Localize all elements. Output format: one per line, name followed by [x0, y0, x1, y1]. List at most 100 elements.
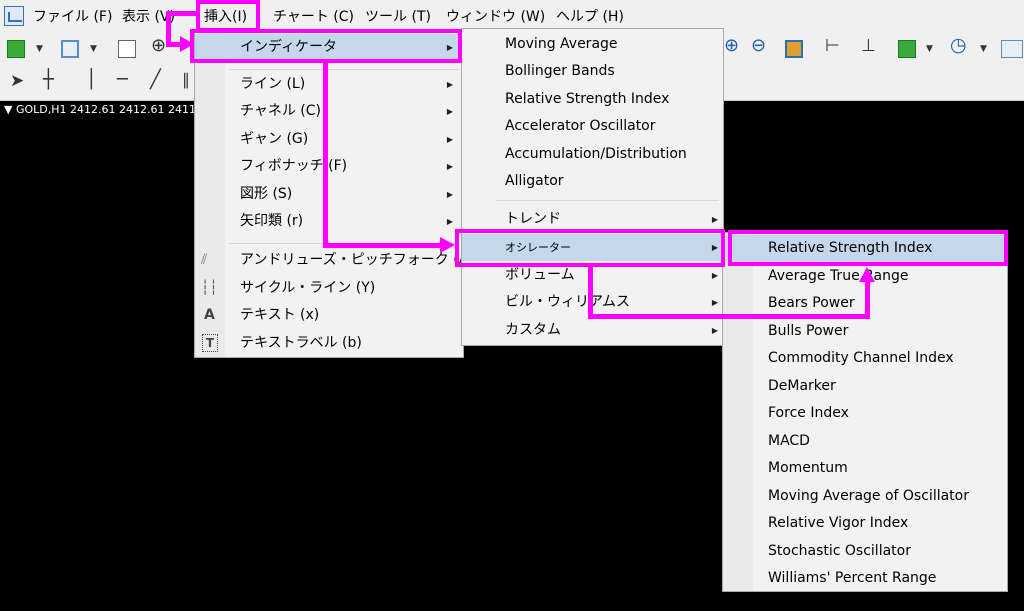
menu-item-label: Bulls Power — [768, 323, 849, 339]
menu-item-label: 図形 (S) — [240, 186, 293, 202]
crosshair-icon[interactable]: ┼ — [43, 71, 54, 89]
menu-item-label: Alligator — [505, 173, 564, 189]
menu-help[interactable]: ヘルプ (H) — [556, 6, 624, 28]
menu-item-label: Bears Power — [768, 295, 855, 311]
menu-chart[interactable]: チャート (C) — [273, 6, 354, 28]
menu-item-rsi[interactable]: Relative Strength Index — [462, 86, 723, 113]
menu-item-text-label[interactable]: T テキストラベル (b) — [195, 330, 463, 357]
cursor-arrow-icon[interactable]: ➤ — [10, 72, 24, 90]
highlight-insert-menu — [196, 0, 260, 32]
menu-item-label: テキストラベル (b) — [240, 335, 362, 351]
menu-item-label: 矢印類 (r) — [240, 213, 304, 229]
submenu-arrow-icon: ▶ — [711, 326, 718, 335]
menu-item-label: MACD — [768, 433, 810, 449]
annotation-line — [588, 266, 593, 319]
menu-item-bollinger-bands[interactable]: Bollinger Bands — [462, 58, 723, 85]
annotation-line — [588, 314, 870, 319]
menu-separator — [229, 69, 459, 70]
insert-menu: インディケータ ▶ ライン (L) ▶ チャネル (C) ▶ ギャン (G) ▶ フィボ… — [194, 31, 474, 358]
menu-item-accumulation-distribution[interactable]: Accumulation/Distribution — [462, 141, 723, 168]
menu-item-label: サイクル・ライン (Y) — [240, 280, 376, 296]
menu-item-commodity-channel-index[interactable]: Commodity Channel Index — [723, 345, 1007, 372]
menu-item-cycle-lines[interactable]: ┆┆ サイクル・ライン (Y) — [195, 275, 463, 302]
menu-item-force-index[interactable]: Force Index — [723, 400, 1007, 427]
menu-item-label: Accelerator Oscillator — [505, 118, 656, 134]
menu-item-label: Moving Average of Oscillator — [768, 488, 969, 504]
menu-item-label: フィボナッチ (F) — [240, 158, 348, 174]
trendline-icon[interactable]: ╱ — [150, 71, 161, 89]
menu-item-andrews-pitchfork[interactable]: ⫽ アンドリューズ・ピッチフォーク (A) — [195, 247, 474, 274]
highlight-indicators-item — [190, 29, 462, 63]
menu-item-moving-average-of-oscillator[interactable]: Moving Average of Oscillator — [723, 483, 1007, 510]
menu-item-moving-average[interactable]: Moving Average — [462, 31, 723, 58]
menu-item-channels[interactable]: チャネル (C) ▶ — [195, 98, 463, 125]
submenu-arrow-icon: ▶ — [446, 190, 453, 199]
vertical-line-icon[interactable]: │ — [86, 71, 97, 89]
menu-item-label: Relative Strength Index — [505, 91, 670, 107]
menu-item-label: カスタム — [505, 322, 561, 338]
chevron-down-icon[interactable]: ▼ — [36, 40, 43, 58]
app-logo-icon — [4, 6, 24, 26]
clock-icon[interactable]: ◷ — [950, 36, 967, 55]
annotation-line — [865, 282, 870, 319]
menu-item-macd[interactable]: MACD — [723, 428, 1007, 455]
menu-file[interactable]: ファイル (F) — [33, 6, 112, 28]
zoom-in-icon[interactable]: ⊕ — [724, 37, 739, 55]
profiles-icon[interactable] — [61, 40, 79, 58]
menu-item-stochastic-oscillator[interactable]: Stochastic Oscillator — [723, 538, 1007, 565]
menu-item-relative-vigor-index[interactable]: Relative Vigor Index — [723, 510, 1007, 537]
annotation-line — [323, 243, 441, 248]
menu-item-label: Relative Vigor Index — [768, 515, 909, 531]
menu-item-label: Average True Range — [768, 268, 909, 284]
menu-item-shapes[interactable]: 図形 (S) ▶ — [195, 181, 463, 208]
menu-item-label: アンドリューズ・ピッチフォーク (A) — [240, 252, 474, 268]
menu-item-custom[interactable]: カスタム ▶ — [462, 317, 723, 344]
menu-item-label: Accumulation/Distribution — [505, 146, 687, 162]
menu-item-label: ビル・ウィリアムス — [505, 294, 631, 310]
zoom-out-icon[interactable]: ⊖ — [751, 37, 766, 55]
menu-window[interactable]: ウィンドウ (W) — [446, 6, 545, 28]
menu-item-williams-percent-range[interactable]: Williams' Percent Range — [723, 565, 1007, 592]
menu-tools[interactable]: ツール (T) — [365, 6, 431, 28]
highlight-rsi-item — [728, 230, 1008, 266]
submenu-arrow-icon: ▶ — [446, 162, 453, 171]
menu-separator — [496, 200, 719, 201]
menu-item-label: Stochastic Oscillator — [768, 543, 911, 559]
menu-item-alligator[interactable]: Alligator — [462, 168, 723, 195]
menu-item-label: Bollinger Bands — [505, 63, 615, 79]
text-a-icon: A — [204, 307, 215, 323]
text-label-icon: T — [202, 334, 218, 352]
chart-symbol-text: GOLD,H1 2412.61 2412.61 2411 — [15, 103, 196, 116]
menu-item-fibonacci[interactable]: フィボナッチ (F) ▶ — [195, 153, 463, 180]
menu-item-gann[interactable]: ギャン (G) ▶ — [195, 126, 463, 153]
new-chart-icon[interactable] — [7, 40, 25, 58]
auto-scroll-icon[interactable]: ⊥ — [861, 37, 876, 55]
annotation-arrowhead — [440, 237, 455, 253]
templates-icon[interactable] — [1001, 40, 1023, 58]
menu-item-bulls-power[interactable]: Bulls Power — [723, 318, 1007, 345]
highlight-oscillators-item — [455, 229, 725, 267]
menu-item-momentum[interactable]: Momentum — [723, 455, 1007, 482]
crosshair-target-icon[interactable]: ⊕ — [151, 37, 166, 55]
chevron-down-icon[interactable]: ▼ — [90, 40, 97, 58]
menu-item-label: Williams' Percent Range — [768, 570, 937, 586]
menu-item-accelerator-oscillator[interactable]: Accelerator Oscillator — [462, 113, 723, 140]
chevron-down-icon[interactable]: ▼ — [980, 40, 987, 58]
menu-item-text[interactable]: A テキスト (x) — [195, 302, 463, 329]
menu-item-arrows[interactable]: 矢印類 (r) ▶ — [195, 208, 463, 235]
menu-item-demarker[interactable]: DeMarker — [723, 373, 1007, 400]
tile-windows-icon[interactable] — [785, 40, 803, 58]
chevron-down-icon[interactable]: ▼ — [926, 40, 933, 58]
menu-item-label: ライン (L) — [240, 76, 306, 92]
menu-item-label: ギャン (G) — [240, 131, 309, 147]
chart-symbol-label: ▼ GOLD,H1 2412.61 2412.61 2411 — [4, 103, 196, 116]
chart-shift-icon[interactable]: ⊢ — [825, 37, 840, 55]
annotation-arrowhead — [180, 36, 194, 52]
submenu-arrow-icon: ▶ — [446, 217, 453, 226]
menu-item-label: DeMarker — [768, 378, 836, 394]
menu-item-lines[interactable]: ライン (L) ▶ — [195, 71, 463, 98]
add-indicator-icon[interactable] — [898, 40, 916, 58]
market-watch-icon[interactable] — [118, 40, 136, 58]
horizontal-line-icon[interactable]: ─ — [117, 71, 128, 89]
channel-icon[interactable]: ∥ — [182, 71, 190, 89]
